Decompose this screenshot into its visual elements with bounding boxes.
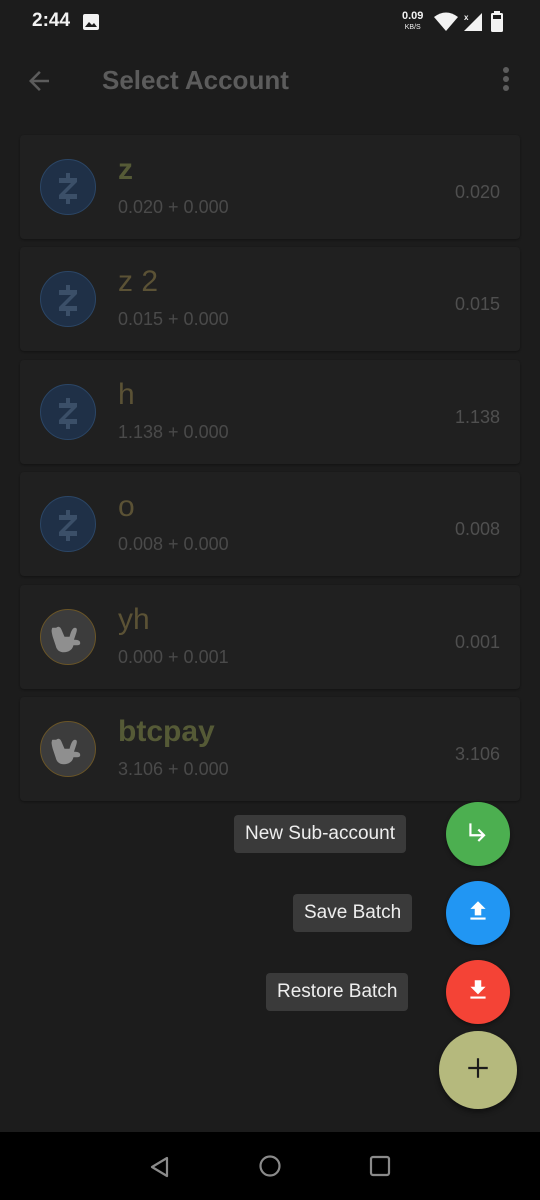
nav-recents-icon[interactable] — [369, 1155, 391, 1182]
account-total: 0.008 — [454, 519, 500, 539]
wifi-icon — [434, 12, 458, 37]
save-batch-label[interactable]: Save Batch — [293, 894, 413, 932]
net-speed-unit: KB/S — [404, 24, 421, 31]
account-name: yh — [118, 603, 150, 636]
account-name: o — [118, 490, 135, 523]
account-card[interactable]: z 0.020 + 0.000 0.020 — [20, 135, 520, 239]
new-sub-account-button[interactable] — [446, 802, 510, 866]
account-total: 3.106 — [454, 744, 500, 764]
account-balance-detail: 0.008 + 0.000 — [118, 534, 229, 554]
zcash-icon — [40, 159, 96, 215]
image-icon — [82, 13, 100, 36]
nav-home-icon[interactable] — [258, 1154, 282, 1183]
battery-icon — [490, 11, 504, 38]
main-fab-button[interactable] — [439, 1031, 517, 1109]
subdirectory-arrow-icon — [465, 819, 491, 850]
plus-icon — [465, 1055, 491, 1086]
account-card[interactable]: h 1.138 + 0.000 1.138 — [20, 360, 520, 464]
zcash-icon — [40, 496, 96, 552]
account-total: 1.138 — [454, 407, 500, 427]
system-nav-bar — [0, 1132, 540, 1200]
nav-back-icon[interactable] — [148, 1155, 172, 1184]
net-speed-value: 0.09 — [402, 10, 424, 22]
net-speed: 0.09 KB/S — [402, 10, 424, 32]
save-batch-button[interactable] — [446, 881, 510, 945]
account-name: h — [118, 378, 135, 411]
account-balance-detail: 0.000 + 0.001 — [118, 647, 229, 667]
status-bar: 2:44 0.09 KB/S x — [0, 0, 540, 44]
svg-text:x: x — [464, 13, 469, 22]
download-icon — [465, 977, 491, 1008]
account-balance-detail: 0.015 + 0.000 — [118, 309, 229, 329]
restore-batch-button[interactable] — [446, 960, 510, 1024]
arrow-back-icon[interactable] — [24, 66, 54, 101]
upload-icon — [465, 898, 491, 929]
account-balance-detail: 1.138 + 0.000 — [118, 422, 229, 442]
account-name: btcpay — [118, 715, 215, 748]
account-name: z 2 — [118, 265, 159, 298]
account-balance-detail: 3.106 + 0.000 — [118, 759, 229, 779]
account-balance-detail: 0.020 + 0.000 — [118, 197, 229, 217]
account-name: z — [118, 153, 133, 186]
new-sub-account-label[interactable]: New Sub-account — [234, 815, 406, 853]
account-card[interactable]: btcpay 3.106 + 0.000 3.106 — [20, 697, 520, 801]
account-card[interactable]: o 0.008 + 0.000 0.008 — [20, 472, 520, 576]
zcash-icon — [40, 384, 96, 440]
account-total: 0.015 — [454, 294, 500, 314]
account-card[interactable]: z 2 0.015 + 0.000 0.015 — [20, 247, 520, 351]
more-vert-icon[interactable] — [500, 66, 512, 99]
status-time: 2:44 — [32, 10, 71, 31]
restore-batch-label[interactable]: Restore Batch — [266, 973, 409, 1011]
page-title: Select Account — [102, 65, 289, 95]
account-card[interactable]: yh 0.000 + 0.001 0.001 — [20, 585, 520, 689]
zcash-icon — [40, 271, 96, 327]
shaka-hand-icon — [40, 721, 96, 777]
signal-icon: x — [462, 12, 484, 37]
account-total: 0.020 — [454, 182, 500, 202]
app-bar: Select Account — [0, 44, 540, 116]
shaka-hand-icon — [40, 609, 96, 665]
account-total: 0.001 — [454, 632, 500, 652]
